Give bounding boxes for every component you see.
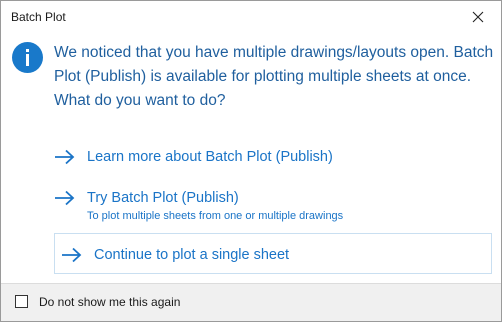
learn-more-label: Learn more about Batch Plot (Publish) xyxy=(87,149,333,165)
continue-single-sheet-link[interactable]: Continue to plot a single sheet xyxy=(54,233,492,274)
batch-plot-dialog: Batch Plot We noticed that you have mult… xyxy=(0,0,502,322)
try-batch-plot-label: Try Batch Plot (Publish) xyxy=(87,190,239,206)
try-batch-plot-description: To plot multiple sheets from one or mult… xyxy=(87,210,344,222)
do-not-show-label[interactable]: Do not show me this again xyxy=(39,295,180,309)
close-button[interactable] xyxy=(455,1,501,33)
close-icon xyxy=(472,11,484,23)
do-not-show-checkbox[interactable] xyxy=(15,295,28,308)
arrow-right-icon xyxy=(55,149,75,165)
window-title: Batch Plot xyxy=(11,10,66,24)
title-bar: Batch Plot xyxy=(1,1,501,33)
continue-single-sheet-label: Continue to plot a single sheet xyxy=(94,247,290,263)
learn-more-link[interactable]: Learn more about Batch Plot (Publish) xyxy=(54,146,492,168)
dialog-footer: Do not show me this again xyxy=(1,283,501,321)
message-text: We noticed that you have multiple drawin… xyxy=(54,44,494,109)
arrow-right-icon xyxy=(55,190,75,206)
arrow-right-icon xyxy=(62,247,82,263)
info-icon xyxy=(12,42,43,73)
try-batch-plot-link[interactable]: Try Batch Plot (Publish) To plot multipl… xyxy=(54,187,492,223)
